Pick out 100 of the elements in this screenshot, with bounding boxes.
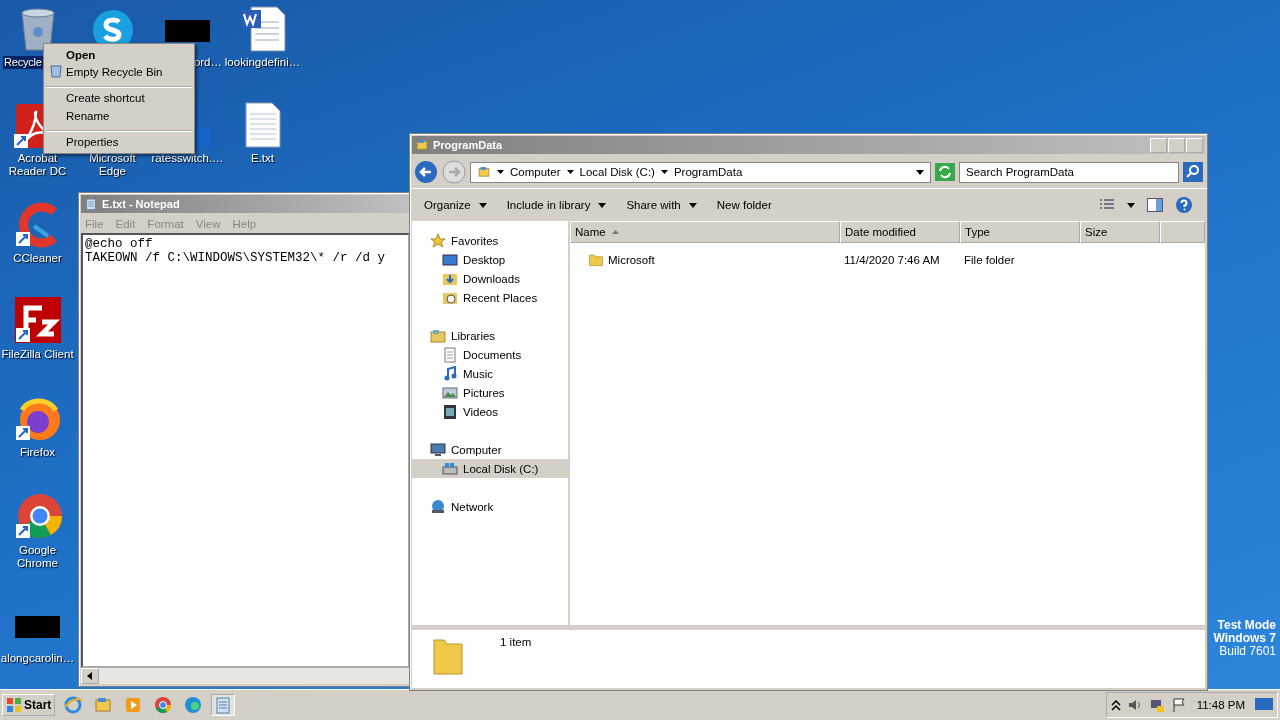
text-editor[interactable]: @echo off TAKEOWN /f C:\WINDOWS\SYSTEM32\* /r /d y <box>81 233 410 668</box>
table-cell-text: 11/4/2020 7:46 AM <box>843 254 941 266</box>
icon-label[interactable]: Recycle <box>3 56 43 69</box>
menu-item[interactable]: Open <box>46 46 192 63</box>
nav-item[interactable]: Recent Places <box>412 288 568 307</box>
taskbar-app-button[interactable] <box>211 694 236 716</box>
caret-icon <box>497 170 504 174</box>
icon-label[interactable]: CCleaner <box>12 252 63 265</box>
toolbar-button[interactable]: New folder <box>716 197 772 213</box>
nav-item[interactable]: Documents <box>412 345 568 364</box>
caret-icon[interactable] <box>916 169 924 175</box>
taskbar-app-button[interactable] <box>61 694 86 716</box>
menu-item[interactable]: Rename <box>46 107 192 124</box>
preview-pane-icon[interactable] <box>1147 198 1163 212</box>
column-header[interactable]: Name <box>570 221 840 243</box>
show-desktop-icon[interactable] <box>1255 698 1273 712</box>
nav-item[interactable]: Pictures <box>412 383 568 402</box>
text-line: TAKEOWN /f C:\WINDOWS\SYSTEM32\* /r /d y <box>85 251 387 265</box>
breadcrumb-item[interactable]: ProgramData <box>673 166 743 178</box>
text-file-icon <box>244 102 281 148</box>
toolbar-button[interactable]: Include in library <box>506 197 607 213</box>
icon-label[interactable]: lookingdefini… <box>223 56 302 69</box>
icon-label[interactable]: FileZilla Client <box>0 348 75 361</box>
nav-icon <box>442 403 458 420</box>
maximize-button[interactable] <box>1168 137 1185 153</box>
caret-icon <box>660 170 668 174</box>
nav-icon <box>442 384 458 401</box>
refresh-button[interactable] <box>935 163 955 181</box>
menu-item[interactable]: Create shortcut <box>46 86 192 107</box>
table-cell-text: File folder <box>963 254 1016 266</box>
nav-item[interactable]: Music <box>412 364 568 383</box>
column-header[interactable]: Type <box>960 221 1080 243</box>
column-header[interactable] <box>1160 221 1205 243</box>
start-button[interactable]: Start <box>2 694 56 716</box>
column-header[interactable]: Date modified <box>840 221 960 243</box>
caret-icon <box>598 202 607 208</box>
folder-icon <box>432 636 464 676</box>
folder-icon <box>477 165 491 179</box>
nav-item[interactable]: Network <box>412 497 568 516</box>
search-icon[interactable] <box>1183 162 1203 182</box>
menu-item[interactable]: Empty Recycle Bin <box>46 63 192 80</box>
icon-label[interactable]: E.txt <box>250 152 275 165</box>
caret-icon <box>688 202 697 208</box>
menu-item[interactable]: Properties <box>46 130 192 151</box>
thumbnail-icon <box>165 20 210 42</box>
nav-icon <box>442 251 458 268</box>
icon-label[interactable]: Google Chrome <box>0 544 75 570</box>
back-button[interactable] <box>414 160 438 184</box>
breadcrumb-item[interactable]: Local Disk (C:) <box>579 166 655 178</box>
toolbar-button[interactable]: Organize <box>424 197 487 213</box>
view-options-icon[interactable] <box>1099 198 1115 212</box>
nav-item[interactable]: Local Disk (C:) <box>412 459 568 478</box>
caret-icon[interactable] <box>1127 202 1135 208</box>
os-watermark-text: Build 7601 <box>1219 645 1276 658</box>
nav-icon <box>442 346 458 363</box>
folder-icon <box>588 252 604 268</box>
nav-icon <box>430 441 446 458</box>
icon-label[interactable]: ratesswitch.… <box>150 152 225 165</box>
icon-label[interactable]: Firefox <box>18 446 57 459</box>
pdf-icon <box>14 104 43 148</box>
window-title: ProgramData <box>433 139 503 151</box>
folder-icon <box>415 138 429 152</box>
minimize-button[interactable] <box>1150 137 1167 153</box>
clock[interactable]: 11:48 PM <box>1192 699 1249 711</box>
search-field[interactable]: Search ProgramData <box>959 161 1179 183</box>
toolbar-button[interactable]: Share with <box>626 197 697 213</box>
help-icon[interactable] <box>1175 196 1193 214</box>
icon-label[interactable]: Microsoft Edge <box>75 152 150 178</box>
windows-flag-icon <box>6 697 22 713</box>
flag-icon[interactable] <box>1170 697 1187 713</box>
icon-label[interactable]: ord… <box>192 56 223 69</box>
trash-can-icon <box>50 64 62 78</box>
scroll-left-button[interactable] <box>81 668 99 684</box>
window-title: E.txt - Notepad <box>102 198 180 210</box>
chrome-icon <box>13 492 62 540</box>
network-icon[interactable] <box>1148 697 1165 713</box>
item-count: 1 item <box>500 636 532 648</box>
nav-item[interactable]: Videos <box>412 402 568 421</box>
file-name[interactable]: Microsoft <box>608 254 655 266</box>
caret-icon <box>566 170 574 174</box>
icon-label[interactable]: alongcarolin… <box>0 652 76 665</box>
nav-item[interactable]: Desktop <box>412 250 568 269</box>
column-header[interactable]: Size <box>1080 221 1160 243</box>
nav-item[interactable]: Downloads <box>412 269 568 288</box>
nav-icon <box>442 365 458 382</box>
document-icon <box>238 6 287 52</box>
nav-item[interactable]: Computer <box>412 440 568 459</box>
nav-icon <box>430 498 446 515</box>
close-button[interactable] <box>1186 137 1203 153</box>
breadcrumb-item[interactable]: Computer <box>510 166 561 178</box>
os-watermark-text: Test Mode <box>1217 619 1276 632</box>
address-bar[interactable]: Computer Local Disk (C:) ProgramData <box>470 161 931 183</box>
nav-item[interactable]: Favorites <box>412 231 568 250</box>
chevron-up-icon[interactable] <box>1110 699 1121 711</box>
icon-label[interactable]: Acrobat Reader DC <box>0 152 75 178</box>
sort-arrow-icon <box>611 230 619 234</box>
os-watermark-text: Windows 7 <box>1213 632 1276 645</box>
speaker-icon[interactable] <box>1126 697 1143 713</box>
nav-item[interactable]: Libraries <box>412 326 568 345</box>
arrow-left-icon <box>87 672 93 680</box>
